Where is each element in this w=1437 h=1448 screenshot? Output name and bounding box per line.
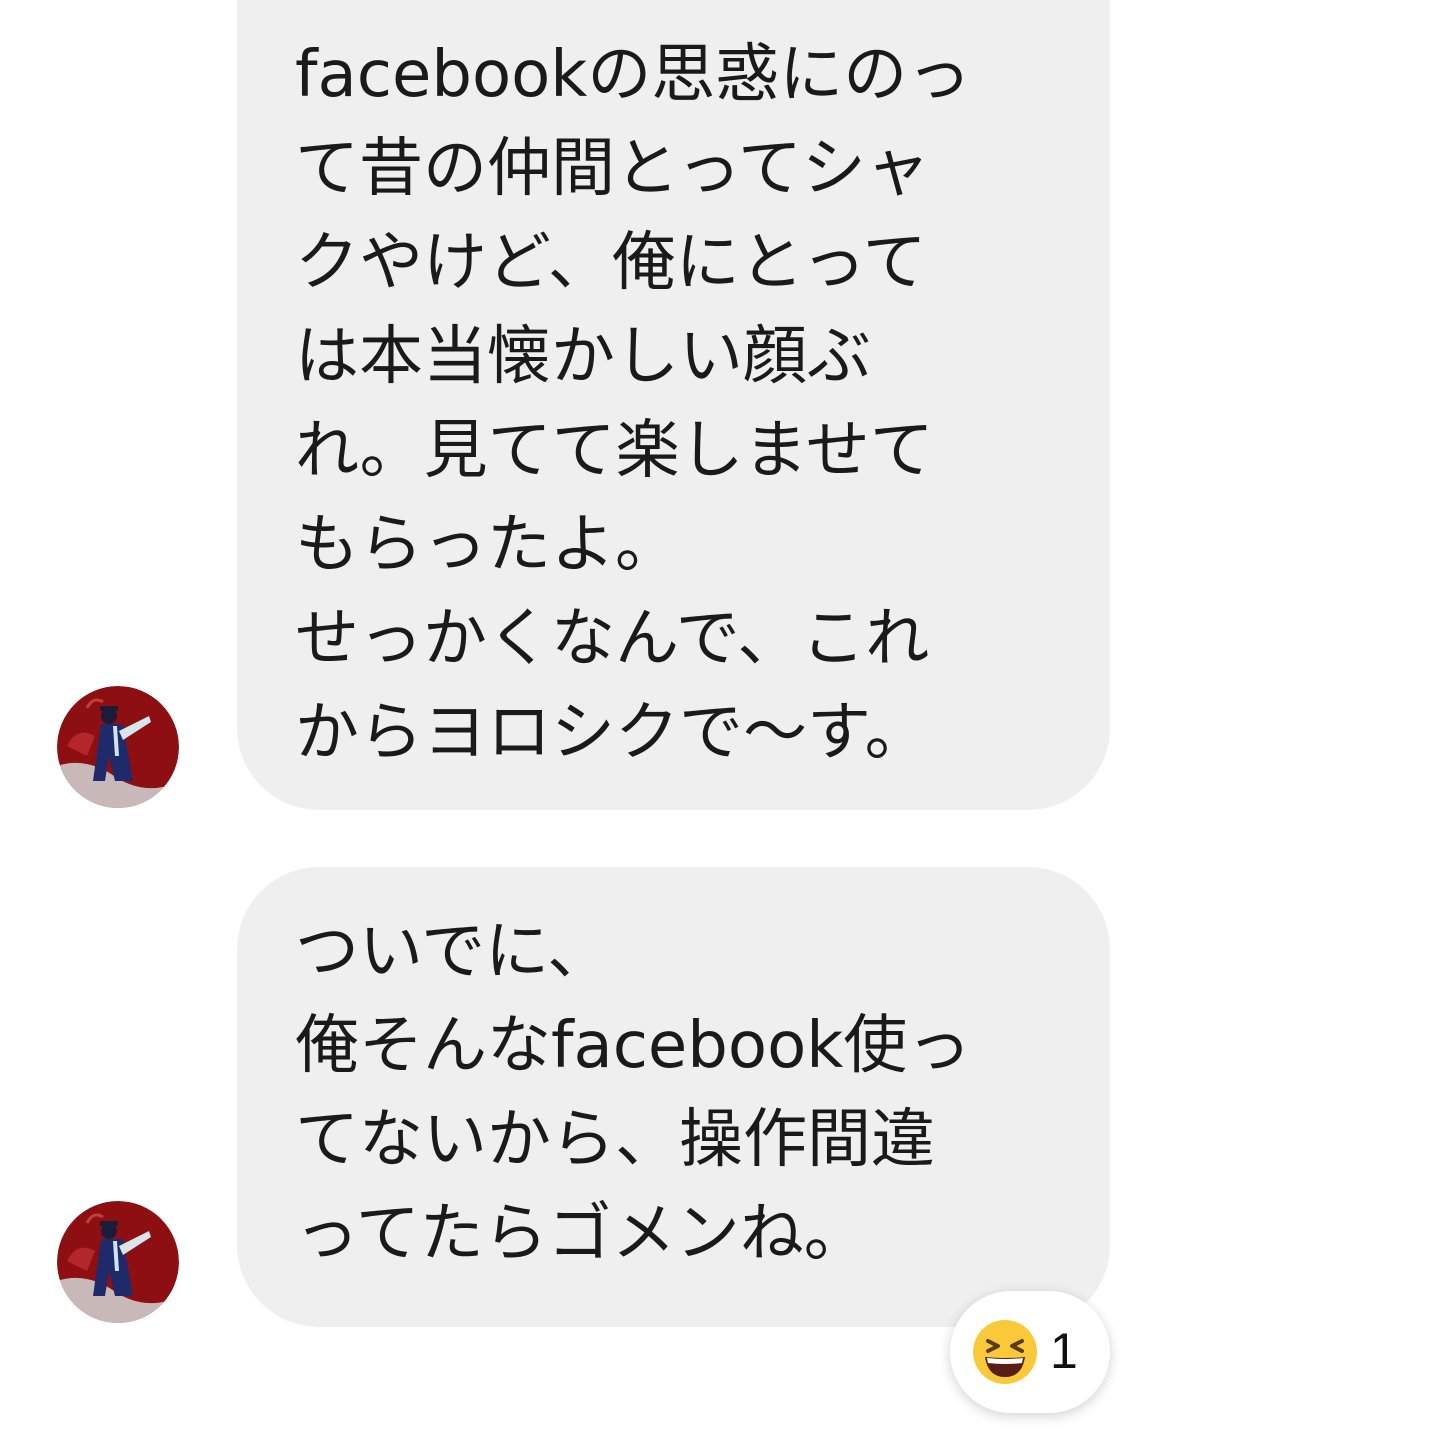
sender-avatar[interactable] [57,1201,179,1323]
message-text-line: 俺そんなfacebook使っ [295,1009,972,1083]
message-text-line: ついでに、 [295,915,612,989]
reaction-count: 1 [1050,1323,1078,1379]
message-text-line: れ。見てて楽しませて [295,414,934,488]
message-text-line: せっかくなんで、これ [295,602,930,676]
message-text-line: ってたらゴメンね。 [295,1197,868,1271]
message-text-line: クやけど、俺にとって [295,226,927,300]
grinning-squinting-face-icon [972,1319,1038,1389]
message-bubble[interactable]: facebookの思惑にのっ て昔の仲間とってシャ クやけど、俺にとって は本当… [237,0,1110,810]
message-text-line: は本当懐かしい顔ぶ [295,320,871,394]
sender-avatar[interactable] [57,686,179,808]
message-text-line: て昔の仲間とってシャ [295,132,930,206]
avatar-image [57,686,179,808]
message-text-line: てないから、操作間違 [295,1103,935,1177]
message-bubble[interactable]: ついでに、 俺そんなfacebook使っ てないから、操作間違 ってたらゴメンね… [237,867,1110,1327]
message-text-line: もらったよ。 [295,508,679,582]
reaction-badge[interactable]: 1 [950,1291,1110,1413]
message-text-line: facebookの思惑にのっ [295,38,972,112]
avatar-image [57,1201,179,1323]
message-text-line: からヨロシクで〜す。 [295,696,929,770]
